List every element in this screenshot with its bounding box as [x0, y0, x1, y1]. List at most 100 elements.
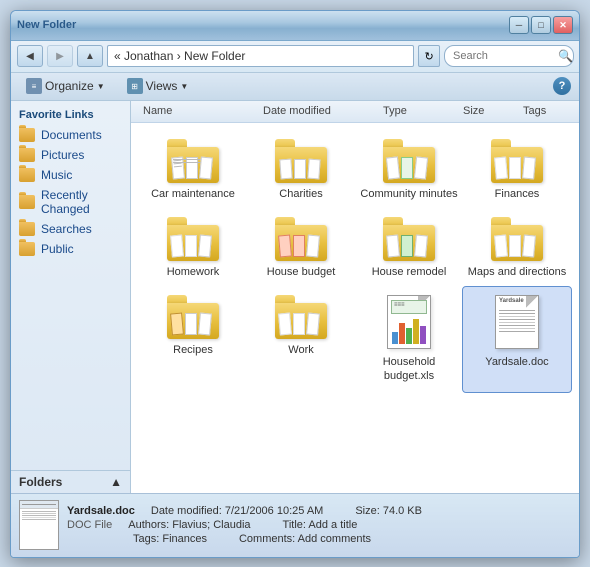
doc-file-icon: Yardsale	[491, 295, 543, 351]
file-item-household-budget[interactable]: ≡≡≡ Household budget.xls	[355, 287, 463, 392]
file-label-maps-directions: Maps and directions	[468, 265, 566, 279]
folder-icon-community-minutes	[383, 139, 435, 183]
file-label-car-maintenance: Car maintenance	[151, 187, 235, 201]
col-header-tags[interactable]: Tags	[519, 105, 571, 117]
file-label-finances: Finances	[495, 187, 540, 201]
help-button[interactable]: ?	[553, 77, 571, 95]
column-headers: Name Date modified Type Size Tags	[131, 101, 579, 123]
search-input[interactable]	[444, 45, 574, 67]
window-title: New Folder	[17, 19, 76, 31]
file-item-community-minutes[interactable]: Community minutes	[355, 131, 463, 209]
status-comments: Comments: Add comments	[239, 533, 371, 545]
col-header-date[interactable]: Date modified	[259, 105, 379, 117]
address-input[interactable]	[107, 45, 414, 67]
file-item-work[interactable]: Work	[247, 287, 355, 392]
file-label-yardsale-doc: Yardsale.doc	[485, 355, 548, 369]
file-item-house-remodel[interactable]: House remodel	[355, 209, 463, 287]
file-item-car-maintenance[interactable]: Car maintenance	[139, 131, 247, 209]
views-icon: ⊞	[127, 78, 143, 94]
folder-icon-work	[275, 295, 327, 339]
music-folder-icon	[19, 168, 35, 182]
file-label-household-budget: Household budget.xls	[359, 355, 459, 384]
favorites-title: Favorite Links	[11, 101, 130, 125]
status-bar: Yardsale.doc Date modified: 7/21/2006 10…	[11, 493, 579, 557]
status-filename: Yardsale.doc	[67, 505, 135, 517]
minimize-button[interactable]: ─	[509, 16, 529, 34]
file-label-recipes: Recipes	[173, 343, 213, 357]
folder-icon-house-budget	[275, 217, 327, 261]
searches-folder-icon	[19, 222, 35, 236]
sidebar: Favorite Links Documents Pictures Music …	[11, 101, 131, 493]
folder-icon-house-remodel	[383, 217, 435, 261]
sidebar-item-recently-changed[interactable]: Recently Changed	[11, 185, 130, 219]
status-title: Title: Add a title	[283, 519, 358, 531]
maximize-button[interactable]: □	[531, 16, 551, 34]
status-date-modified: Date modified: 7/21/2006 10:25 AM	[151, 505, 323, 517]
refresh-button[interactable]: ↻	[418, 45, 440, 67]
status-info: Yardsale.doc Date modified: 7/21/2006 10…	[67, 505, 571, 545]
sidebar-item-music[interactable]: Music	[11, 165, 130, 185]
file-item-charities[interactable]: Charities	[247, 131, 355, 209]
folders-section[interactable]: Folders ▲	[11, 470, 130, 493]
file-item-homework[interactable]: Homework	[139, 209, 247, 287]
status-filetype: DOC File	[67, 519, 112, 531]
folder-icon-charities	[275, 139, 327, 183]
public-folder-icon	[19, 242, 35, 256]
title-bar: New Folder ─ □ ✕	[11, 11, 579, 41]
explorer-window: New Folder ─ □ ✕ ◀ ▶ ▲ ↻ 🔍 ≡ Organize ▼ …	[10, 10, 580, 558]
file-label-house-remodel: House remodel	[372, 265, 447, 279]
status-row-filetype: DOC File Authors: Flavius; Claudia Title…	[67, 519, 571, 531]
up-button[interactable]: ▲	[77, 45, 103, 67]
sidebar-item-public[interactable]: Public	[11, 239, 130, 259]
file-label-homework: Homework	[167, 265, 220, 279]
sidebar-item-searches[interactable]: Searches	[11, 219, 130, 239]
pictures-folder-icon	[19, 148, 35, 162]
file-label-work: Work	[288, 343, 313, 357]
recently-changed-folder-icon	[19, 195, 35, 209]
col-header-type[interactable]: Type	[379, 105, 459, 117]
sidebar-item-pictures[interactable]: Pictures	[11, 145, 130, 165]
file-item-yardsale-doc[interactable]: Yardsale Yardsale.doc	[463, 287, 571, 392]
file-item-recipes[interactable]: Recipes	[139, 287, 247, 392]
close-button[interactable]: ✕	[553, 16, 573, 34]
col-header-name[interactable]: Name	[139, 105, 259, 117]
address-bar: ◀ ▶ ▲ ↻ 🔍	[11, 41, 579, 73]
window-controls: ─ □ ✕	[509, 16, 573, 34]
status-size: Size: 74.0 KB	[355, 505, 422, 517]
status-title-text: Title: Add a title	[283, 519, 358, 531]
file-label-charities: Charities	[279, 187, 322, 201]
documents-folder-icon	[19, 128, 35, 142]
file-area: Name Date modified Type Size Tags	[131, 101, 579, 493]
views-button[interactable]: ⊞ Views ▼	[120, 75, 196, 97]
toolbar: ≡ Organize ▼ ⊞ Views ▼ ?	[11, 73, 579, 101]
folders-chevron-icon: ▲	[110, 475, 122, 489]
excel-file-icon: ≡≡≡	[383, 295, 435, 351]
status-row-tags: Tags: Finances Comments: Add comments	[67, 533, 571, 545]
status-authors: Authors: Flavius; Claudia	[128, 519, 250, 531]
folder-icon-homework	[167, 217, 219, 261]
organize-button[interactable]: ≡ Organize ▼	[19, 75, 112, 97]
search-icon: 🔍	[558, 49, 573, 63]
back-button[interactable]: ◀	[17, 45, 43, 67]
folder-icon-maps-directions	[491, 217, 543, 261]
status-tags: Tags: Finances	[133, 533, 207, 545]
folder-icon-recipes	[167, 295, 219, 339]
file-item-house-budget[interactable]: House budget	[247, 209, 355, 287]
organize-icon: ≡	[26, 78, 42, 94]
folder-icon-car-maintenance	[167, 139, 219, 183]
sidebar-item-documents[interactable]: Documents	[11, 125, 130, 145]
file-label-house-budget: House budget	[267, 265, 336, 279]
status-row-filename: Yardsale.doc Date modified: 7/21/2006 10…	[67, 505, 571, 517]
status-thumbnail	[19, 500, 59, 550]
col-header-size[interactable]: Size	[459, 105, 519, 117]
folder-icon-finances	[491, 139, 543, 183]
views-dropdown-icon: ▼	[180, 82, 188, 91]
organize-dropdown-icon: ▼	[97, 82, 105, 91]
files-grid: Car maintenance Charities	[131, 123, 579, 493]
file-item-finances[interactable]: Finances	[463, 131, 571, 209]
content-area: Favorite Links Documents Pictures Music …	[11, 101, 579, 493]
forward-button[interactable]: ▶	[47, 45, 73, 67]
file-item-maps-directions[interactable]: Maps and directions	[463, 209, 571, 287]
file-label-community-minutes: Community minutes	[360, 187, 457, 201]
title-bar-left: New Folder	[17, 19, 76, 31]
